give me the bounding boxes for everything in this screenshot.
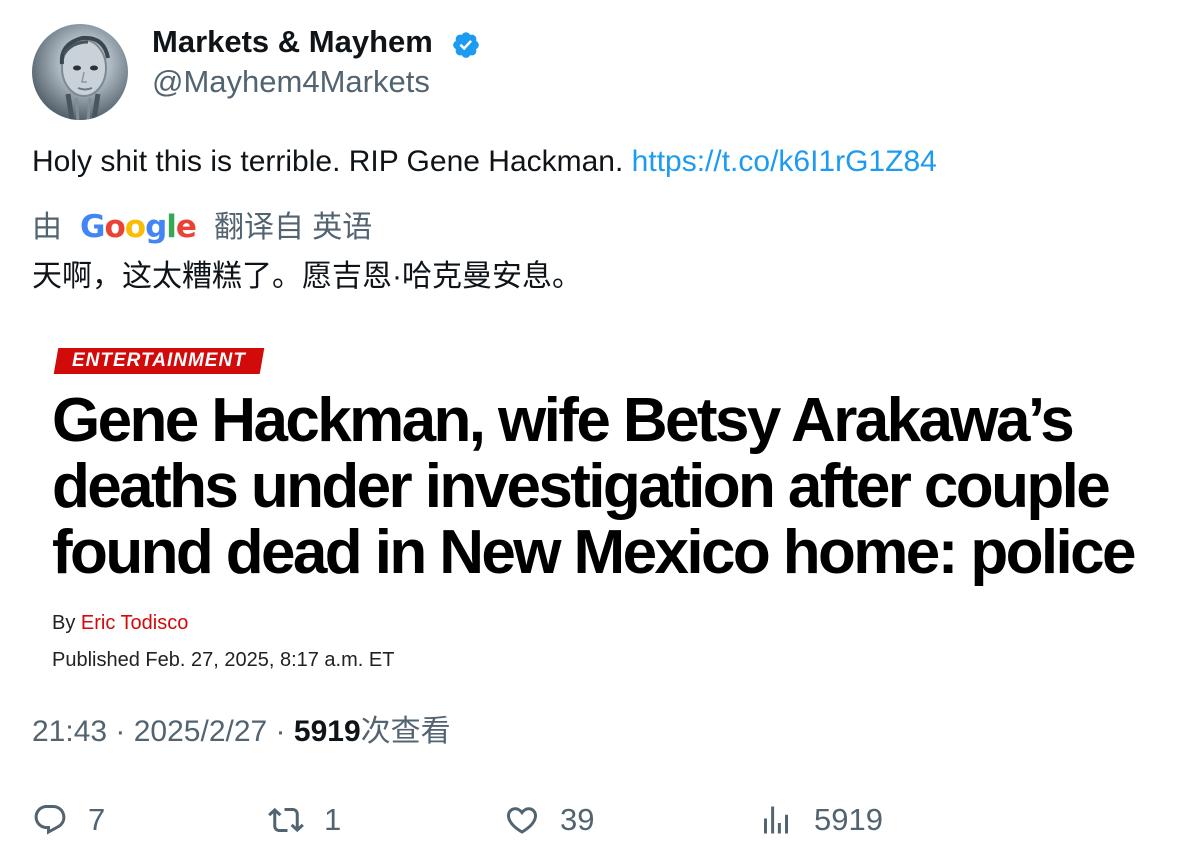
views-count: 5919 [814,802,883,837]
user-handle[interactable]: @Mayhem4Markets [152,64,430,100]
google-logo[interactable]: Google [80,209,197,245]
avatar[interactable] [32,24,128,120]
retweet-count: 1 [324,802,342,837]
article-author: Eric Todisco [80,612,189,634]
reply-icon [34,805,66,835]
tweet-meta: 21:43 · 2025/2/27 · 5919次查看 [32,713,451,751]
like-button[interactable]: 39 [504,800,594,840]
views-button[interactable]: 5919 [758,800,883,840]
translation-prefix: 由 [32,211,62,244]
tweet-date[interactable]: 2025/2/27 [134,715,267,748]
analytics-bar-icon [764,806,788,834]
section-tag: ENTERTAINMENT [53,348,265,374]
article-published: Published Feb. 27, 2025, 8:17 a.m. ET [52,649,395,671]
tweet-time[interactable]: 21:43 [32,715,107,748]
article-card[interactable]: ENTERTAINMENT Gene Hackman, wife Betsy A… [32,322,1164,690]
article-byline: By Eric Todisco [52,612,188,635]
retweet-button[interactable]: 1 [268,800,341,840]
meta-separator: · [107,715,134,748]
meta-separator-2: · [267,715,294,748]
like-count: 39 [560,802,595,837]
translation-suffix[interactable]: 翻译自 英语 [214,211,372,244]
tweet-body: Holy shit this is terrible. RIP Gene Hac… [32,145,624,178]
verified-badge-icon [453,32,479,58]
article-headline: Gene Hackman, wife Betsy Arakawa’s death… [52,386,1137,587]
retweet-icon [268,807,304,833]
reply-count: 7 [88,802,106,837]
tweet-link[interactable]: https://t.co/k6I1rG1Z84 [632,145,937,178]
translation-attribution: 由 Google 翻译自 英语 [32,208,372,247]
translated-text: 天啊，这太糟糕了。愿吉恩·哈克曼安息。 [32,260,582,293]
byline-prefix: By [52,612,76,634]
display-name[interactable]: Markets & Mayhem [152,24,433,60]
heart-icon [506,807,538,834]
tweet-text: Holy shit this is terrible. RIP Gene Hac… [32,143,937,181]
views-label: 次查看 [360,715,451,748]
view-count: 5919 [293,715,361,748]
robot-face-avatar-image [59,35,110,120]
reply-button[interactable]: 7 [32,800,105,840]
action-bar: 7 1 39 5919 [32,800,1164,840]
